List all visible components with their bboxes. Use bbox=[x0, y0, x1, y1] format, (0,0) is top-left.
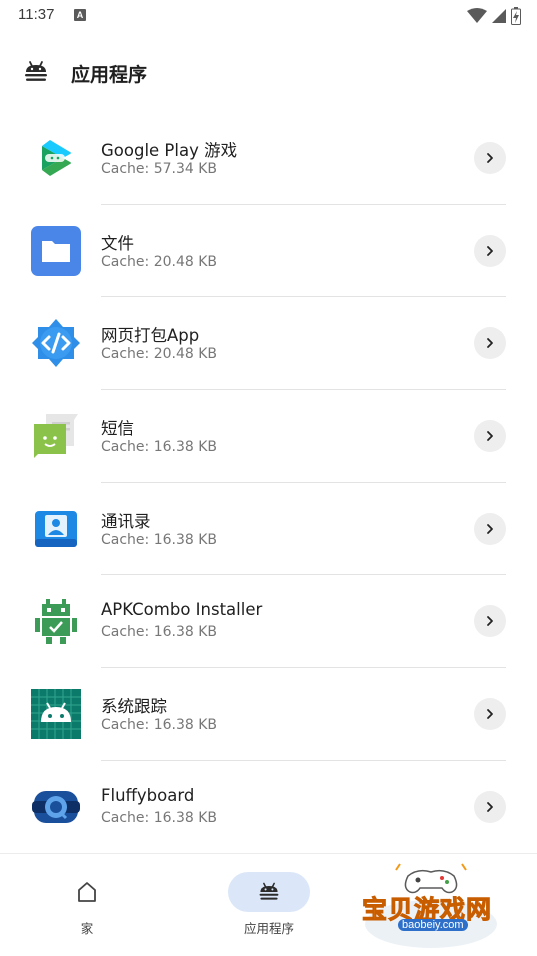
app-cache-size: Cache: 20.48 KB bbox=[101, 346, 218, 363]
list-item[interactable]: 短信 Cache: 16.38 KB bbox=[0, 390, 537, 483]
chevron-right-icon bbox=[487, 245, 493, 256]
nav-item-home[interactable]: 家 bbox=[27, 854, 147, 954]
app-cache-size: Cache: 16.38 KB bbox=[101, 439, 218, 456]
battery-icon bbox=[511, 7, 521, 25]
open-app-button[interactable] bbox=[474, 234, 506, 267]
system-tracing-icon bbox=[31, 689, 81, 740]
nav-item-apps[interactable]: 应用程序 bbox=[209, 854, 329, 954]
open-app-button[interactable] bbox=[474, 142, 506, 174]
app-name: 文件 bbox=[101, 233, 134, 253]
app-name: Fluffyboard bbox=[101, 785, 195, 805]
page-title: 应用程序 bbox=[71, 64, 148, 86]
fluffyboard-icon bbox=[32, 790, 80, 823]
wifi-icon bbox=[467, 8, 487, 23]
app-name: 通讯录 bbox=[101, 511, 151, 531]
open-app-button[interactable] bbox=[474, 790, 506, 823]
list-item[interactable]: 文件 Cache: 20.48 KB bbox=[0, 205, 537, 298]
open-app-button[interactable] bbox=[474, 327, 506, 360]
chevron-right-icon bbox=[487, 338, 493, 349]
android-icon bbox=[259, 882, 279, 900]
list-item[interactable]: Google Play 游戏 Cache: 57.34 KB bbox=[0, 112, 537, 205]
watermark-url: baobeiy.com bbox=[398, 919, 468, 931]
open-app-button[interactable] bbox=[474, 698, 506, 731]
list-item[interactable]: 通讯录 Cache: 16.38 KB bbox=[0, 483, 537, 576]
chevron-right-icon bbox=[487, 431, 493, 441]
app-list: Google Play 游戏 Cache: 57.34 KB 文件 Cache:… bbox=[0, 112, 537, 854]
app-cache-size: Cache: 16.38 KB bbox=[101, 624, 218, 641]
list-item[interactable]: Fluffyboard Cache: 16.38 KB bbox=[0, 761, 537, 854]
chevron-right-icon bbox=[487, 801, 493, 812]
open-app-button[interactable] bbox=[474, 420, 506, 453]
android-icon bbox=[25, 61, 47, 81]
nav-pill bbox=[46, 872, 128, 912]
status-bar: 11:37 A bbox=[0, 0, 537, 32]
app-name: 网页打包App bbox=[101, 326, 200, 346]
app-name: 短信 bbox=[101, 419, 134, 439]
chevron-right-icon bbox=[487, 153, 493, 163]
chevron-right-icon bbox=[487, 709, 493, 720]
app-name: 系统跟踪 bbox=[101, 697, 167, 717]
status-time: 11:37 bbox=[18, 6, 55, 23]
open-app-button[interactable] bbox=[474, 605, 506, 638]
nav-pill-selected bbox=[228, 872, 310, 912]
sms-icon bbox=[34, 414, 78, 459]
signal-icon bbox=[492, 9, 506, 23]
web-packager-icon bbox=[32, 319, 80, 368]
list-item[interactable]: 系统跟踪 Cache: 16.38 KB bbox=[0, 668, 537, 761]
app-cache-size: Cache: 57.34 KB bbox=[101, 161, 218, 177]
nav-label: 应用程序 bbox=[243, 921, 294, 936]
app-cache-size: Cache: 16.38 KB bbox=[101, 531, 218, 548]
app-cache-size: Cache: 16.38 KB bbox=[101, 809, 218, 826]
list-item[interactable]: APKCombo Installer Cache: 16.38 KB bbox=[0, 575, 537, 669]
notification-a-icon: A bbox=[74, 9, 86, 21]
app-name: Google Play 游戏 bbox=[101, 141, 238, 160]
apkcombo-icon bbox=[35, 599, 77, 645]
open-app-button[interactable] bbox=[474, 512, 506, 545]
google-play-games-icon bbox=[42, 140, 71, 176]
chevron-right-icon bbox=[487, 616, 493, 627]
app-cache-size: Cache: 20.48 KB bbox=[101, 253, 218, 270]
app-bar: 应用程序 bbox=[0, 44, 537, 100]
files-icon bbox=[31, 225, 81, 276]
contacts-icon bbox=[35, 510, 77, 547]
app-name: APKCombo Installer bbox=[101, 600, 263, 620]
status-icons bbox=[467, 6, 521, 26]
chevron-right-icon bbox=[487, 523, 493, 534]
list-item[interactable]: 网页打包App Cache: 20.48 KB bbox=[0, 297, 537, 391]
home-icon bbox=[78, 882, 96, 902]
watermark-logo: 宝贝游戏网 baobeiy.com bbox=[356, 862, 506, 952]
nav-label: 家 bbox=[80, 921, 94, 936]
app-cache-size: Cache: 16.38 KB bbox=[101, 717, 218, 734]
